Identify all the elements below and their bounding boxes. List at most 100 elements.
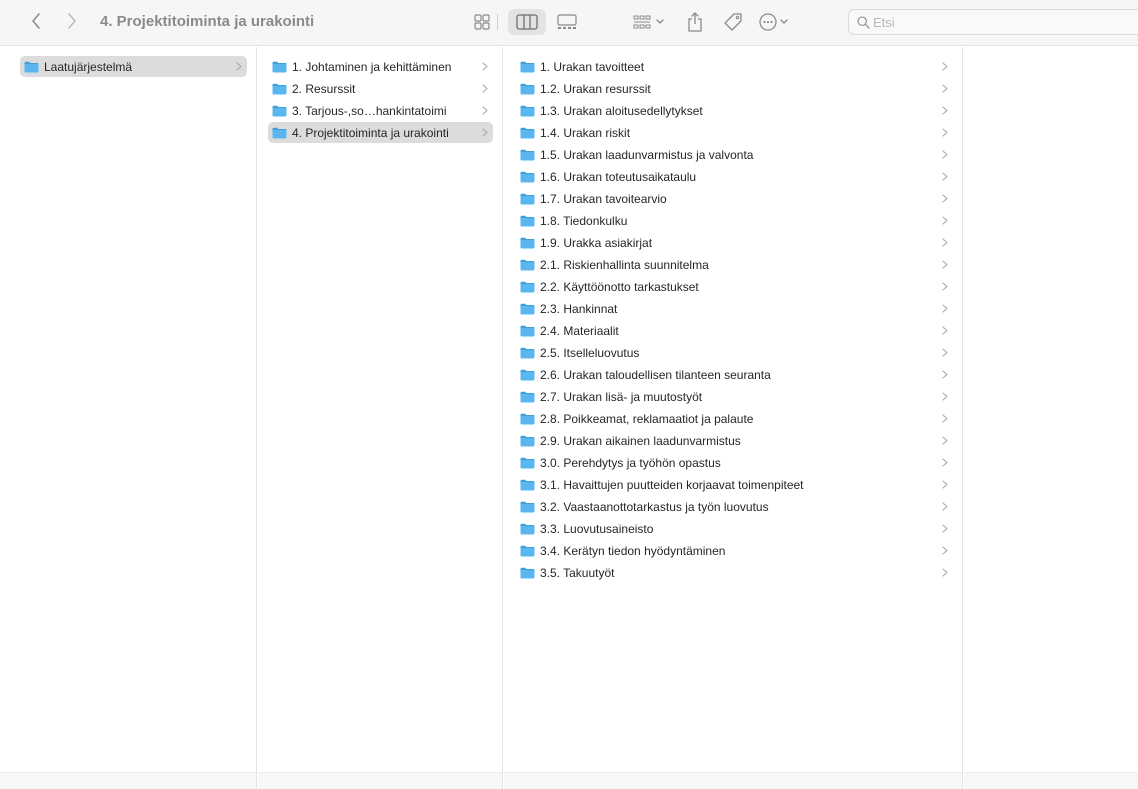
column-view-button[interactable] [508,9,546,35]
folder-row[interactable]: Laatujärjestelmä [20,56,247,77]
folder-row[interactable]: 1.4. Urakan riskit [516,122,953,143]
folder-icon [520,215,535,226]
chevron-right-icon [939,128,951,137]
chevron-right-icon [479,62,491,71]
folder-icon [520,259,535,270]
folder-label: 2.3. Hankinnat [540,301,618,316]
folder-row[interactable]: 2.5. Itselleluovutus [516,342,953,363]
folder-row[interactable]: 2.7. Urakan lisä- ja muutostyöt [516,386,953,407]
folder-label: 2.1. Riskienhallinta suunnitelma [540,257,709,272]
chevron-right-icon [939,546,951,555]
folder-row[interactable]: 1.8. Tiedonkulku [516,210,953,231]
folder-row[interactable]: 2.4. Materiaalit [516,320,953,341]
share-button[interactable] [684,11,706,33]
folder-icon [520,61,535,72]
chevron-right-icon [939,458,951,467]
chevron-right-icon [939,568,951,577]
folder-icon [520,391,535,402]
folder-row[interactable]: 3.2. Vaastaanottotarkastus ja työn luovu… [516,496,953,517]
chevron-right-icon [939,524,951,533]
folder-icon [520,303,535,314]
folder-icon [520,83,535,94]
folder-icon [520,281,535,292]
column-footer [964,772,1138,789]
folder-icon [272,127,287,138]
folder-label: 1.9. Urakka asiakirjat [540,235,653,250]
folder-label: 1. Urakan tavoitteet [540,59,645,74]
folder-icon [272,105,287,116]
share-icon [688,12,702,32]
column-2[interactable]: 1. Johtaminen ja kehittäminen 2. Resurssi… [258,47,503,789]
folder-row[interactable]: 3.0. Perehdytys ja työhön opastus [516,452,953,473]
folder-row[interactable]: 3.5. Takuutyöt [516,562,953,583]
folder-label: 1.7. Urakan tavoitearvio [540,191,667,206]
folder-icon [520,193,535,204]
folder-label: 3.1. Havaittujen puutteiden korjaavat to… [540,477,804,492]
column-footer [0,772,256,789]
folder-icon [520,523,535,534]
folder-icon [520,479,535,490]
folder-row[interactable]: 1. Johtaminen ja kehittäminen [268,56,493,77]
column-4[interactable] [964,47,1138,789]
folder-row[interactable]: 2.9. Urakan aikainen laadunvarmistus [516,430,953,451]
folder-row[interactable]: 2.6. Urakan taloudellisen tilanteen seur… [516,364,953,385]
folder-row[interactable]: 1.9. Urakka asiakirjat [516,232,953,253]
chevron-right-icon [939,480,951,489]
back-button[interactable] [24,9,48,33]
chevron-right-icon [233,62,245,71]
folder-label: 2. Resurssit [292,81,356,96]
folder-icon [520,347,535,358]
chevron-right-icon [939,106,951,115]
chevron-right-icon [939,414,951,423]
folder-row[interactable]: 4. Projektitoiminta ja urakointi [268,122,493,143]
chevron-right-icon [939,216,951,225]
group-button[interactable] [632,11,670,33]
chevron-right-icon [939,62,951,71]
folder-icon [520,457,535,468]
more-actions-button[interactable] [758,11,802,33]
folder-row[interactable]: 1.3. Urakan aloitusedellytykset [516,100,953,121]
chevron-right-icon [939,194,951,203]
chevron-right-icon [68,13,76,29]
folder-label: 1. Johtaminen ja kehittäminen [292,59,452,74]
folder-label: 2.9. Urakan aikainen laadunvarmistus [540,433,741,448]
folder-row[interactable]: 3. Tarjous-,so…hankintatoimi [268,100,493,121]
search-input[interactable] [873,13,1123,31]
folder-icon [520,545,535,556]
folder-row[interactable]: 3.1. Havaittujen puutteiden korjaavat to… [516,474,953,495]
folder-label: 2.2. Käyttöönotto tarkastukset [540,279,699,294]
folder-icon [520,369,535,380]
folder-row[interactable]: 2.8. Poikkeamat, reklamaatiot ja palaute [516,408,953,429]
folder-row[interactable]: 1.7. Urakan tavoitearvio [516,188,953,209]
folder-row[interactable]: 2.3. Hankinnat [516,298,953,319]
column-1[interactable]: Laatujärjestelmä [0,47,257,789]
chevron-right-icon [939,392,951,401]
folder-label: 3.2. Vaastaanottotarkastus ja työn luovu… [540,499,769,514]
folder-label: 3.0. Perehdytys ja työhön opastus [540,455,721,470]
column-3[interactable]: 1. Urakan tavoitteet 1.2. Urakan resurssi… [504,47,963,789]
folder-row[interactable]: 1.2. Urakan resurssit [516,78,953,99]
chevron-right-icon [939,304,951,313]
folder-label: 2.4. Materiaalit [540,323,619,338]
tag-button[interactable] [722,11,744,33]
folder-row[interactable]: 3.4. Kerätyn tiedon hyödyntäminen [516,540,953,561]
folder-row[interactable]: 2.2. Käyttöönotto tarkastukset [516,276,953,297]
folder-row[interactable]: 1.6. Urakan toteutusaikataulu [516,166,953,187]
folder-row[interactable]: 2.1. Riskienhallinta suunnitelma [516,254,953,275]
forward-button[interactable] [60,9,84,33]
folder-row[interactable]: 1. Urakan tavoitteet [516,56,953,77]
folder-row[interactable]: 1.5. Urakan laadunvarmistus ja valvonta [516,144,953,165]
folder-label: 2.5. Itselleluovutus [540,345,640,360]
folder-label: 1.8. Tiedonkulku [540,213,628,228]
chevron-right-icon [939,84,951,93]
chevron-right-icon [939,172,951,181]
chevron-right-icon [939,238,951,247]
folder-row[interactable]: 3.3. Luovutusaineisto [516,518,953,539]
gallery-view-button[interactable] [554,11,580,33]
chevron-right-icon [939,260,951,269]
chevron-right-icon [479,128,491,137]
folder-row[interactable]: 2. Resurssit [268,78,493,99]
chevron-right-icon [479,84,491,93]
search-field[interactable] [848,9,1138,35]
folder-label: 1.2. Urakan resurssit [540,81,651,96]
